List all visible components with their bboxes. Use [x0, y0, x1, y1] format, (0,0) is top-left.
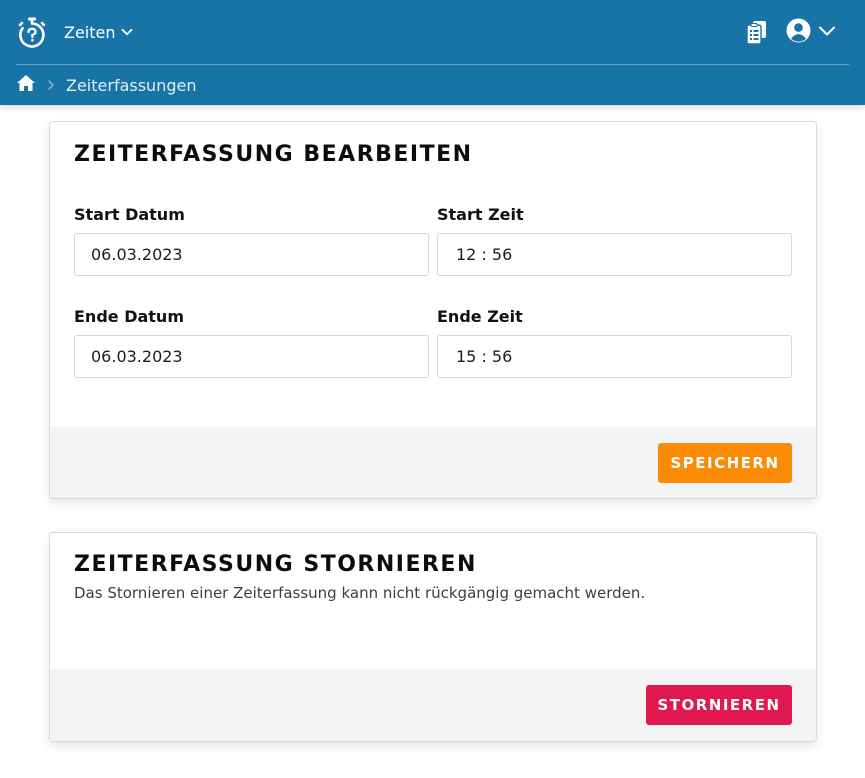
- end-time-input[interactable]: [437, 335, 792, 378]
- chevron-down-icon: [120, 25, 134, 39]
- start-date-label: Start Datum: [74, 205, 185, 224]
- cancel-card-description: Das Stornieren einer Zeiterfassung kann …: [74, 584, 646, 602]
- save-button[interactable]: SPEICHERN: [658, 443, 792, 483]
- start-time-input[interactable]: [437, 233, 792, 276]
- chevron-right-icon: [46, 76, 56, 95]
- end-time-field: Ende Zeit: [437, 306, 792, 378]
- cancel-entry-button[interactable]: STORNIEREN: [646, 685, 792, 725]
- cancel-time-entry-card: ZEITERFASSUNG STORNIEREN Das Stornieren …: [49, 532, 817, 742]
- edit-card-footer: SPEICHERN: [50, 427, 816, 498]
- stopwatch-icon[interactable]: [17, 16, 47, 48]
- cancel-card-footer: STORNIEREN: [50, 669, 816, 741]
- start-date-field: Start Datum: [74, 204, 429, 276]
- start-time-field: Start Zeit: [437, 204, 792, 276]
- cancel-card-title: ZEITERFASSUNG STORNIEREN: [74, 552, 477, 577]
- user-menu[interactable]: [786, 18, 842, 47]
- edit-card-title: ZEITERFASSUNG BEARBEITEN: [74, 142, 473, 167]
- header-divider: [16, 64, 849, 65]
- top-bar: Zeiten: [0, 0, 865, 64]
- end-date-input[interactable]: [74, 335, 429, 378]
- end-time-label: Ende Zeit: [437, 307, 523, 326]
- end-date-field: Ende Datum: [74, 306, 429, 378]
- breadcrumb: Zeiterfassungen: [16, 73, 196, 97]
- end-date-label: Ende Datum: [74, 307, 184, 326]
- nav-menu-zeiten[interactable]: Zeiten: [64, 20, 134, 44]
- start-time-label: Start Zeit: [437, 205, 524, 224]
- home-icon[interactable]: [16, 74, 36, 96]
- nav-menu-label: Zeiten: [64, 22, 116, 42]
- chevron-down-icon: [817, 23, 837, 42]
- edit-time-entry-card: ZEITERFASSUNG BEARBEITEN Start Datum Sta…: [49, 121, 817, 499]
- start-date-input[interactable]: [74, 233, 429, 276]
- breadcrumb-current[interactable]: Zeiterfassungen: [66, 76, 196, 95]
- app-header: Zeiten Zeiterfassungen: [0, 0, 865, 105]
- user-circle-icon: [786, 18, 811, 47]
- clipboard-icon[interactable]: [745, 20, 769, 46]
